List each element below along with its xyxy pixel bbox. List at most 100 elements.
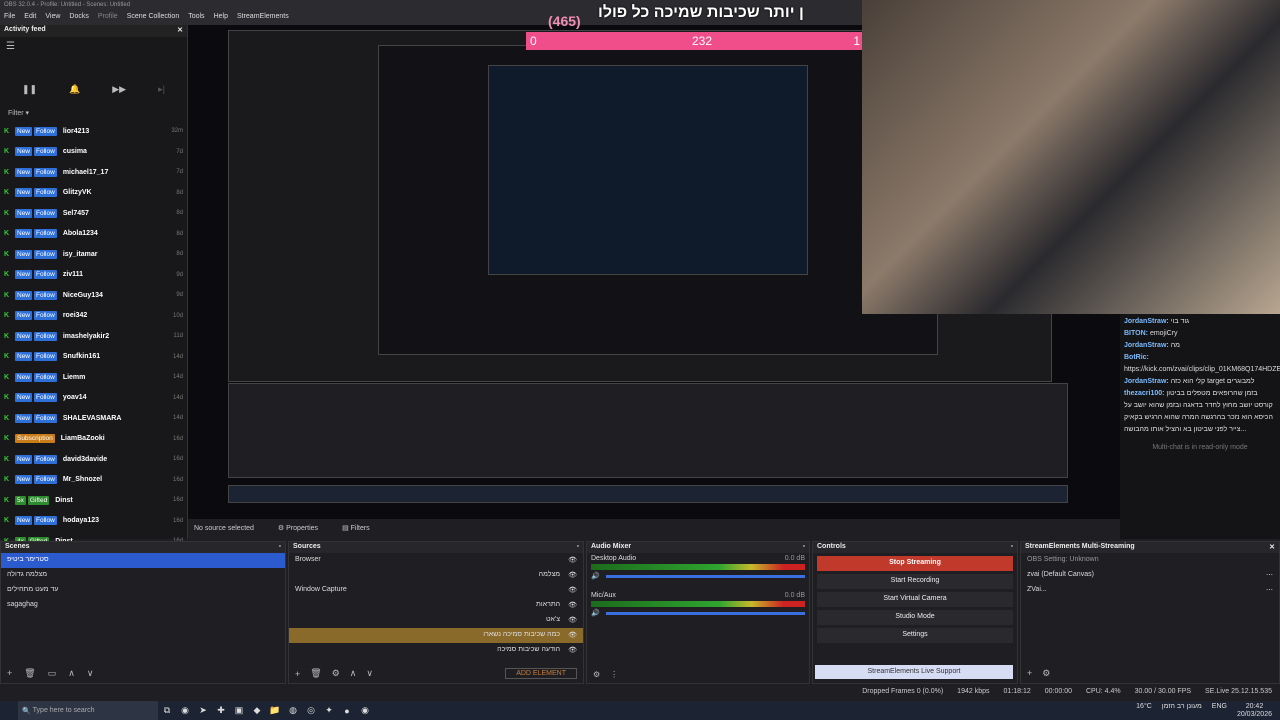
source-settings-icon[interactable]: ⚙: [332, 668, 340, 679]
add-element-button[interactable]: ADD ELEMENT: [505, 668, 577, 679]
menu-view[interactable]: View: [45, 13, 60, 23]
dock-menu-icon[interactable]: ▫: [577, 543, 579, 552]
add-source-icon[interactable]: +: [295, 669, 300, 679]
mixer-settings-icon[interactable]: ⚙: [593, 670, 600, 679]
add-scene-icon[interactable]: +: [7, 668, 12, 679]
taskbar-search[interactable]: 🔍 Type here to search: [18, 701, 158, 720]
app-icon[interactable]: ◆: [248, 705, 266, 716]
discord-icon[interactable]: ◉: [176, 705, 194, 716]
feed-item[interactable]: K New Follow yoav14 14d: [0, 388, 187, 409]
feed-item[interactable]: K New Follow cusima 7d: [0, 142, 187, 163]
start-recording-button[interactable]: Start Recording: [817, 574, 1013, 589]
dock-menu-icon[interactable]: ▫: [803, 543, 805, 552]
obs-icon[interactable]: ◉: [356, 705, 374, 716]
pause-icon[interactable]: ❚❚: [22, 84, 37, 95]
task-view-icon[interactable]: ⧉: [158, 705, 176, 716]
source-item[interactable]: הודעה שכיבות סמיכה 👁: [289, 643, 583, 658]
source-item[interactable]: התראות 👁: [289, 598, 583, 613]
feed-item[interactable]: K New Follow roei342 10d: [0, 306, 187, 327]
start-virtual-camera-button[interactable]: Start Virtual Camera: [817, 592, 1013, 607]
menu-file[interactable]: File: [4, 13, 15, 23]
eye-icon[interactable]: 👁: [568, 556, 577, 565]
multistream-settings-icon[interactable]: ⚙: [1042, 668, 1050, 679]
move-down-icon[interactable]: ∨: [366, 668, 373, 679]
chrome-icon[interactable]: ◎: [302, 705, 320, 716]
feed-item[interactable]: K New Follow NiceGuy134 9d: [0, 285, 187, 306]
menu-profile[interactable]: Profile: [98, 13, 118, 23]
file-explorer-icon[interactable]: 📁: [266, 705, 284, 716]
source-item[interactable]: Window Capture 👁: [289, 583, 583, 598]
mixer-menu-icon[interactable]: ⋮: [610, 670, 618, 679]
menu-edit[interactable]: Edit: [24, 13, 36, 23]
feed-item[interactable]: K New Follow Liemm 14d: [0, 367, 187, 388]
feed-item[interactable]: K New Follow GlitzyVK 8d: [0, 183, 187, 204]
more-icon[interactable]: ⋯: [1266, 586, 1273, 595]
eye-icon[interactable]: 👁: [568, 571, 577, 580]
feed-item[interactable]: K New Follow hodaya123 16d: [0, 511, 187, 532]
scene-item[interactable]: sagaghag: [1, 598, 285, 613]
speaker-icon[interactable]: 🔊: [591, 572, 600, 580]
speaker-icon[interactable]: 🔊: [591, 609, 600, 617]
feed-item[interactable]: K New Follow ziv111 9d: [0, 265, 187, 286]
add-destination-icon[interactable]: +: [1027, 668, 1032, 679]
scene-filter-icon[interactable]: ▭: [48, 668, 57, 679]
eye-icon[interactable]: 👁: [568, 646, 577, 655]
feed-item[interactable]: K New Follow lior4213 32m: [0, 121, 187, 142]
menu-scene-collection[interactable]: Scene Collection: [127, 13, 180, 23]
eye-icon[interactable]: 👁: [568, 631, 577, 640]
menu-help[interactable]: Help: [214, 13, 228, 23]
menu-icon[interactable]: ☰: [0, 37, 187, 56]
feed-item[interactable]: K New Follow SHALEVASMARA 14d: [0, 408, 187, 429]
scene-item[interactable]: עד מעט מתחילים: [1, 583, 285, 598]
menu-tools[interactable]: Tools: [188, 13, 204, 23]
move-down-icon[interactable]: ∨: [87, 668, 94, 679]
eye-icon[interactable]: 👁: [568, 616, 577, 625]
properties-button[interactable]: ⚙ Properties: [278, 524, 318, 532]
volume-slider[interactable]: [605, 611, 805, 615]
app-icon[interactable]: ✚: [212, 705, 230, 716]
edge-icon[interactable]: ◍: [284, 705, 302, 716]
bell-icon[interactable]: 🔔: [69, 84, 80, 95]
move-up-icon[interactable]: ∧: [68, 668, 75, 679]
skip-icon[interactable]: ▶▶: [112, 84, 126, 95]
live-support-button[interactable]: StreamElements Live Support: [815, 665, 1013, 679]
scene-item[interactable]: מצלמה גדולה: [1, 568, 285, 583]
language-indicator[interactable]: ENG: [1212, 703, 1227, 719]
close-icon[interactable]: ✕: [1269, 543, 1275, 552]
app-icon[interactable]: ✦: [320, 705, 338, 716]
spotify-icon[interactable]: ●: [338, 706, 356, 716]
eye-icon[interactable]: 👁: [568, 586, 577, 595]
feed-item[interactable]: K 5x Gifted Dinst 16d: [0, 490, 187, 511]
source-item[interactable]: כמה שכיבות סמיכה נשארו 👁: [289, 628, 583, 643]
app-icon[interactable]: ▣: [230, 705, 248, 716]
stop-streaming-button[interactable]: Stop Streaming: [817, 556, 1013, 571]
clock[interactable]: 20:42 20/03/2026: [1237, 703, 1272, 719]
close-icon[interactable]: ✕: [177, 26, 183, 36]
studio-mode-button[interactable]: Studio Mode: [817, 610, 1013, 625]
filter-dropdown[interactable]: Filter ▾: [0, 105, 187, 121]
dock-menu-icon[interactable]: ▫: [1011, 543, 1013, 552]
more-icon[interactable]: ⋯: [1266, 571, 1273, 580]
feed-item[interactable]: K Subscription LiamBaZooki 16d: [0, 429, 187, 450]
source-item[interactable]: מצלמה 👁: [289, 568, 583, 583]
filters-button[interactable]: ▤ Filters: [342, 524, 370, 532]
source-item[interactable]: Browser 👁: [289, 553, 583, 568]
feed-item[interactable]: K New Follow Sel7457 8d: [0, 203, 187, 224]
settings-button[interactable]: Settings: [817, 628, 1013, 643]
feed-item[interactable]: K New Follow Snufkin161 14d: [0, 347, 187, 368]
feed-item[interactable]: K New Follow isy_itamar 8d: [0, 244, 187, 265]
remove-source-icon[interactable]: 🗑: [310, 668, 321, 679]
move-up-icon[interactable]: ∧: [350, 668, 357, 679]
eye-icon[interactable]: 👁: [568, 601, 577, 610]
feed-item[interactable]: K New Follow Abola1234 8d: [0, 224, 187, 245]
feed-item[interactable]: K New Follow david3davide 16d: [0, 449, 187, 470]
volume-slider[interactable]: [605, 574, 805, 578]
feed-item[interactable]: K New Follow michael17_17 7d: [0, 162, 187, 183]
feed-item[interactable]: K New Follow imashelyakir2 11d: [0, 326, 187, 347]
app-icon[interactable]: ➤: [194, 705, 212, 716]
feed-item[interactable]: K New Follow Mr_Shnozel 16d: [0, 470, 187, 491]
multistream-row[interactable]: zvai (Default Canvas) ⋯: [1021, 568, 1279, 583]
menu-docks[interactable]: Docks: [69, 13, 88, 23]
menu-streamelements[interactable]: StreamElements: [237, 13, 289, 23]
scene-item[interactable]: סטרימר ביטיפ: [1, 553, 285, 568]
